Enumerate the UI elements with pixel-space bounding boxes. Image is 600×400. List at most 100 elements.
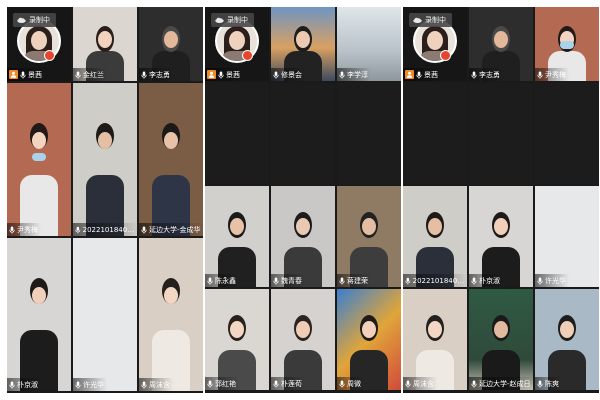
video-tile[interactable]: 魏青春 — [271, 186, 335, 287]
participant-name: 尹秀梅 — [17, 225, 38, 234]
participant-name: 周微 — [347, 379, 361, 388]
participant-label: 郭红艳 — [205, 377, 239, 390]
participant-label: 周沫含 — [403, 377, 437, 390]
participant-label: 朴京淑 — [7, 378, 41, 391]
participant-label: 朴京淑 — [469, 274, 503, 287]
participant-name: 李志勇 — [479, 70, 500, 79]
participant-name: 周沫含 — [413, 379, 434, 388]
participant-label: 周沫含 — [139, 378, 173, 391]
video-tile[interactable]: 李志勇 — [469, 7, 533, 81]
video-tile[interactable]: 李志勇 — [139, 7, 203, 81]
participant-name: 李志勇 — [149, 70, 170, 79]
participant-name: 许光华 — [83, 380, 104, 389]
camera-off-icon — [44, 50, 55, 61]
video-tile[interactable]: 尹秀梅 — [7, 83, 71, 236]
host-icon — [405, 70, 414, 79]
video-tile[interactable]: 朴莲荀 — [271, 289, 335, 390]
video-tile[interactable]: 修景会 — [271, 7, 335, 81]
microphone-icon — [273, 71, 279, 79]
video-tile[interactable]: 20221018404... — [73, 83, 137, 236]
video-tile[interactable]: 尹秀梅 — [535, 7, 599, 81]
cloud-icon — [413, 17, 422, 23]
microphone-icon — [537, 380, 543, 388]
microphone-icon — [339, 277, 345, 285]
video-tile-empty — [535, 83, 599, 184]
meeting-panel-2: 录制中 景茜 修景会 李学淳陈永鑫 魏青春 蒋建荣郭红艳 朴莲荀 周微 — [205, 7, 401, 393]
participant-name: 景茜 — [226, 70, 240, 79]
recording-badge: 录制中 — [13, 13, 56, 27]
video-feed — [337, 83, 401, 184]
participant-name: 朴京淑 — [17, 380, 38, 389]
microphone-icon — [141, 71, 147, 79]
participant-name: 魏青春 — [281, 276, 302, 285]
microphone-icon — [9, 381, 15, 389]
participant-figure — [481, 186, 521, 287]
video-tile[interactable]: 许光华 — [73, 238, 137, 391]
participant-name: 尹秀梅 — [545, 70, 566, 79]
video-tile[interactable]: 蒋建荣 — [337, 186, 401, 287]
participant-figure — [151, 238, 191, 391]
participant-figure — [415, 289, 455, 390]
video-tile-empty — [271, 83, 335, 184]
participant-name: 修景会 — [281, 70, 302, 79]
video-tile[interactable]: 朴京淑 — [469, 186, 533, 287]
video-tile[interactable]: 陈爽 — [535, 289, 599, 390]
video-tile[interactable]: 延边大学-赵成日 — [469, 289, 533, 390]
participant-name: 郭红艳 — [215, 379, 236, 388]
participant-label: 修景会 — [271, 68, 305, 81]
microphone-icon — [218, 71, 224, 79]
video-tile[interactable]: 周沫含 — [403, 289, 467, 390]
video-tile[interactable]: 陈永鑫 — [205, 186, 269, 287]
host-icon — [207, 70, 216, 79]
video-tile[interactable]: 周沫含 — [139, 238, 203, 391]
participant-figure — [283, 186, 323, 287]
participant-name: 陈爽 — [545, 379, 559, 388]
participant-name: 许光华 — [545, 276, 566, 285]
microphone-icon — [75, 226, 81, 233]
participant-figure — [283, 289, 323, 390]
microphone-icon — [339, 380, 345, 388]
participant-label: 许光华 — [535, 274, 569, 287]
participant-figure — [85, 83, 125, 236]
meeting-panel-3: 录制中 景茜 李志勇 尹秀梅 20221018404... 朴京淑 许光华周沫含 延边大学-… — [403, 7, 599, 393]
participant-name: 20221018404... — [412, 276, 465, 285]
participant-label: 许光华 — [73, 378, 107, 391]
video-tile[interactable]: 郭红艳 — [205, 289, 269, 390]
participant-name: 景茜 — [424, 70, 438, 79]
video-tile[interactable]: 20221018404... — [403, 186, 467, 287]
participant-name: 延边大学-赵成日 — [479, 379, 531, 388]
video-tile-empty — [337, 83, 401, 184]
participant-label: 20221018404... — [73, 223, 137, 236]
participant-figure — [19, 238, 59, 391]
video-feed — [73, 238, 137, 391]
participant-name: 朴京淑 — [479, 276, 500, 285]
participant-figure — [349, 289, 389, 390]
microphone-icon — [273, 380, 279, 388]
participant-figure — [217, 289, 257, 390]
participant-label: 景茜 — [403, 68, 441, 81]
participant-name: 延边大学-金成华 — [149, 225, 201, 234]
video-tile-empty — [403, 83, 467, 184]
video-tile[interactable]: 延边大学-金成华 — [139, 83, 203, 236]
video-tile[interactable]: 金红兰 — [73, 7, 137, 81]
video-tile-empty — [205, 83, 269, 184]
recording-badge: 录制中 — [409, 13, 452, 27]
video-tile[interactable]: 周微 — [337, 289, 401, 390]
participant-label: 景茜 — [7, 68, 45, 81]
recording-label: 录制中 — [425, 16, 446, 24]
participant-label: 蒋建荣 — [337, 274, 371, 287]
participant-figure — [415, 186, 455, 287]
video-tile[interactable]: 朴京淑 — [7, 238, 71, 391]
participant-label: 景茜 — [205, 68, 243, 81]
video-feed — [535, 83, 599, 184]
participant-name: 金红兰 — [83, 70, 104, 79]
recording-badge: 录制中 — [211, 13, 254, 27]
participant-figure — [349, 186, 389, 287]
video-feed — [469, 83, 533, 184]
participant-label: 尹秀梅 — [535, 68, 569, 81]
microphone-icon — [471, 380, 477, 388]
video-tile[interactable]: 李学淳 — [337, 7, 401, 81]
video-tile-empty — [469, 83, 533, 184]
video-tile[interactable]: 许光华 — [535, 186, 599, 287]
microphone-icon — [537, 71, 543, 79]
